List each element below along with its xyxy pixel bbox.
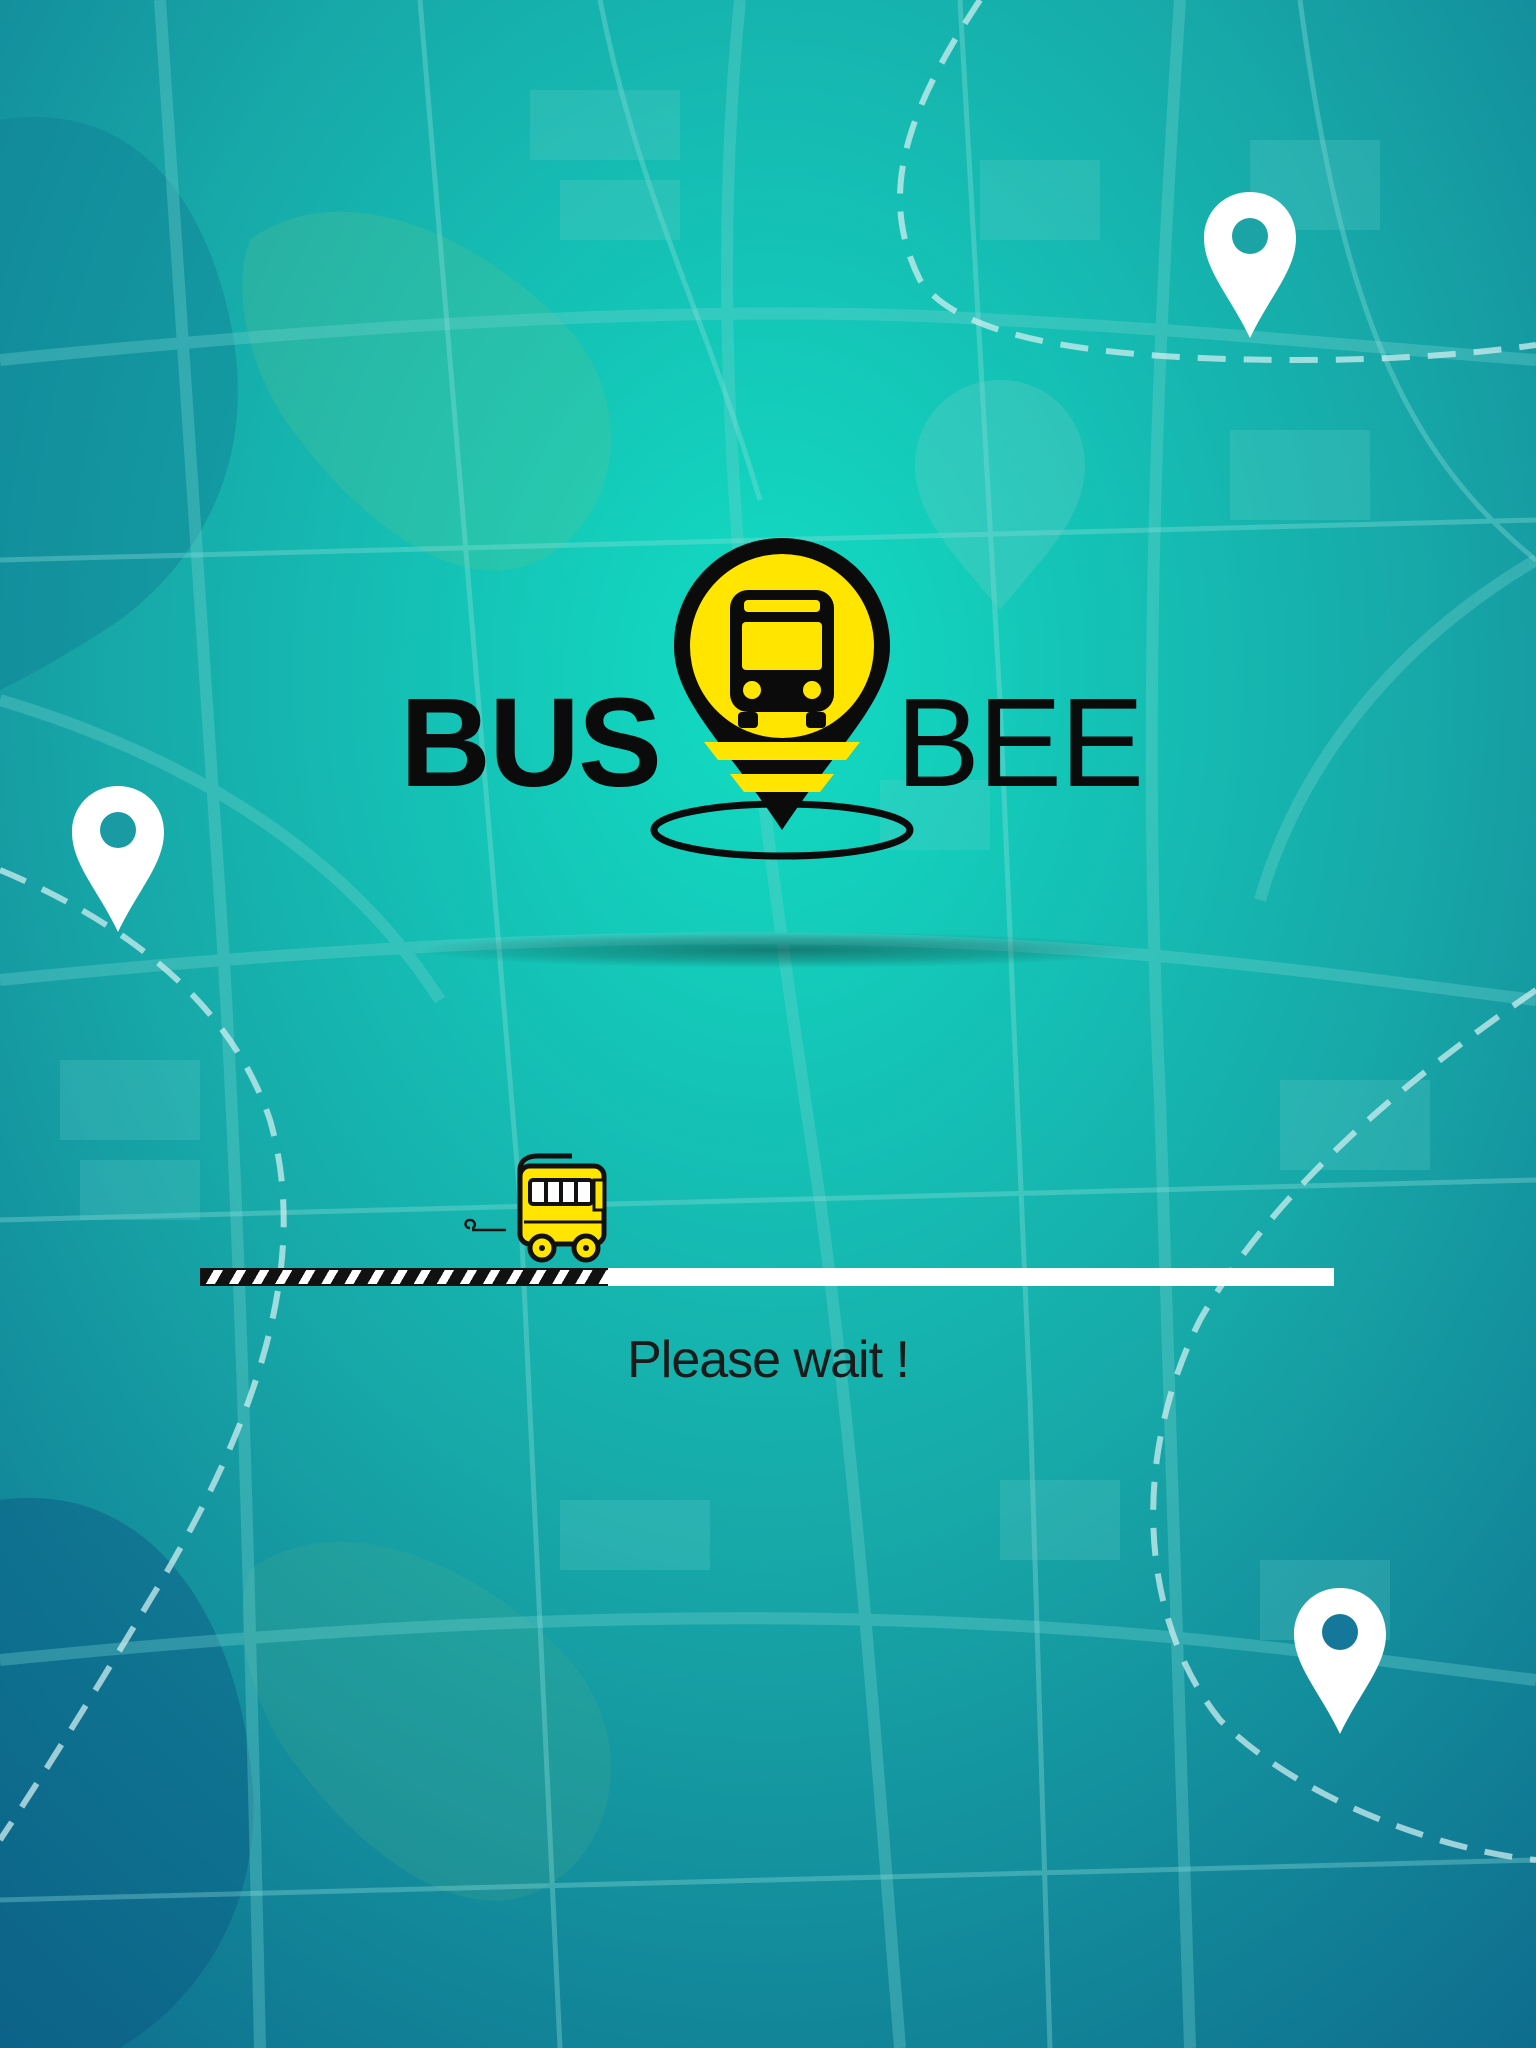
logo-text-bee: BEE: [896, 672, 1144, 813]
app-logo: BUS BEE: [400, 530, 1150, 870]
bus-location-pin-icon: [650, 538, 914, 860]
logo-text-bus: BUS: [400, 672, 662, 813]
location-pin-icon: [72, 786, 164, 932]
loading-status-text: Please wait !: [627, 1331, 910, 1389]
location-pin-icon: [1204, 192, 1296, 338]
city-map-background: [0, 0, 1536, 2048]
location-pin-icon: [1294, 1588, 1386, 1734]
progress-fill: [200, 1268, 608, 1286]
progress-track: [200, 1268, 1334, 1286]
splash-screen: BUS BEE Please wait !: [0, 0, 1536, 2048]
logo-shadow: [420, 932, 1140, 968]
school-bus-icon: [464, 1153, 607, 1263]
loading-progress-bar: [200, 1150, 1334, 1290]
